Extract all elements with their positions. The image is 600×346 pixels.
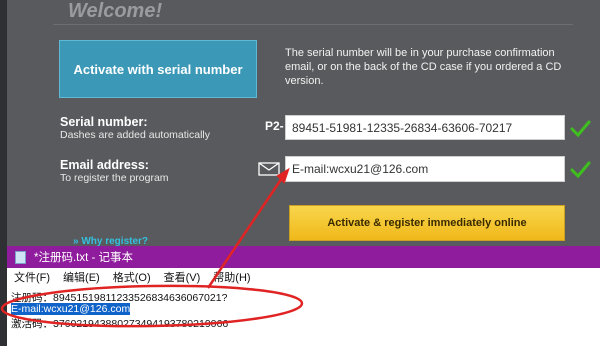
activate-register-button[interactable]: Activate & register immediately online xyxy=(289,205,565,241)
email-sublabel: To register the program xyxy=(60,172,169,184)
menu-file[interactable]: 文件(F) xyxy=(14,269,50,285)
header-divider xyxy=(53,24,573,25)
serial-sublabel: Dashes are added automatically xyxy=(60,129,211,141)
serial-prefix: P2- xyxy=(265,119,284,133)
serial-valid-check-icon xyxy=(570,120,591,138)
serial-label: Serial number: xyxy=(60,115,148,129)
mail-icon xyxy=(258,162,280,176)
activation-window: Welcome! Activate with serial number The… xyxy=(0,0,600,247)
serial-number-input[interactable]: 89451-51981-12335-26834-63606-70217 xyxy=(285,115,565,140)
menu-format[interactable]: 格式(O) xyxy=(113,269,151,285)
email-input[interactable]: E-mail:wcxu21@126.com xyxy=(285,156,565,182)
text-line-activation-code: 激活码：37602194388027349419378021906­6 xyxy=(11,318,229,330)
notepad-title: *注册码.txt - 记事本 xyxy=(34,252,134,264)
email-valid-check-icon xyxy=(570,161,591,179)
left-window-edge xyxy=(0,0,7,346)
email-label: Email address: xyxy=(60,158,149,172)
menu-view[interactable]: 查看(V) xyxy=(164,269,201,285)
menu-help[interactable]: 帮助(H) xyxy=(213,269,250,285)
notepad-editor[interactable]: 注册码：89451519811233526834636067021? E-mai… xyxy=(7,286,600,346)
menu-edit[interactable]: 编辑(E) xyxy=(63,269,100,285)
text-line-email-selected: E-mail:wcxu21@126.com xyxy=(11,303,131,315)
serial-info-text: The serial number will be in your purcha… xyxy=(285,47,562,87)
welcome-title: Welcome! xyxy=(68,0,163,22)
notepad-icon xyxy=(15,250,26,264)
notepad-titlebar: *注册码.txt - 记事本 xyxy=(7,246,600,268)
notepad-menubar: 文件(F) 编辑(E) 格式(O) 查看(V) 帮助(H) xyxy=(7,268,600,286)
activate-serial-button[interactable]: Activate with serial number xyxy=(59,40,257,98)
